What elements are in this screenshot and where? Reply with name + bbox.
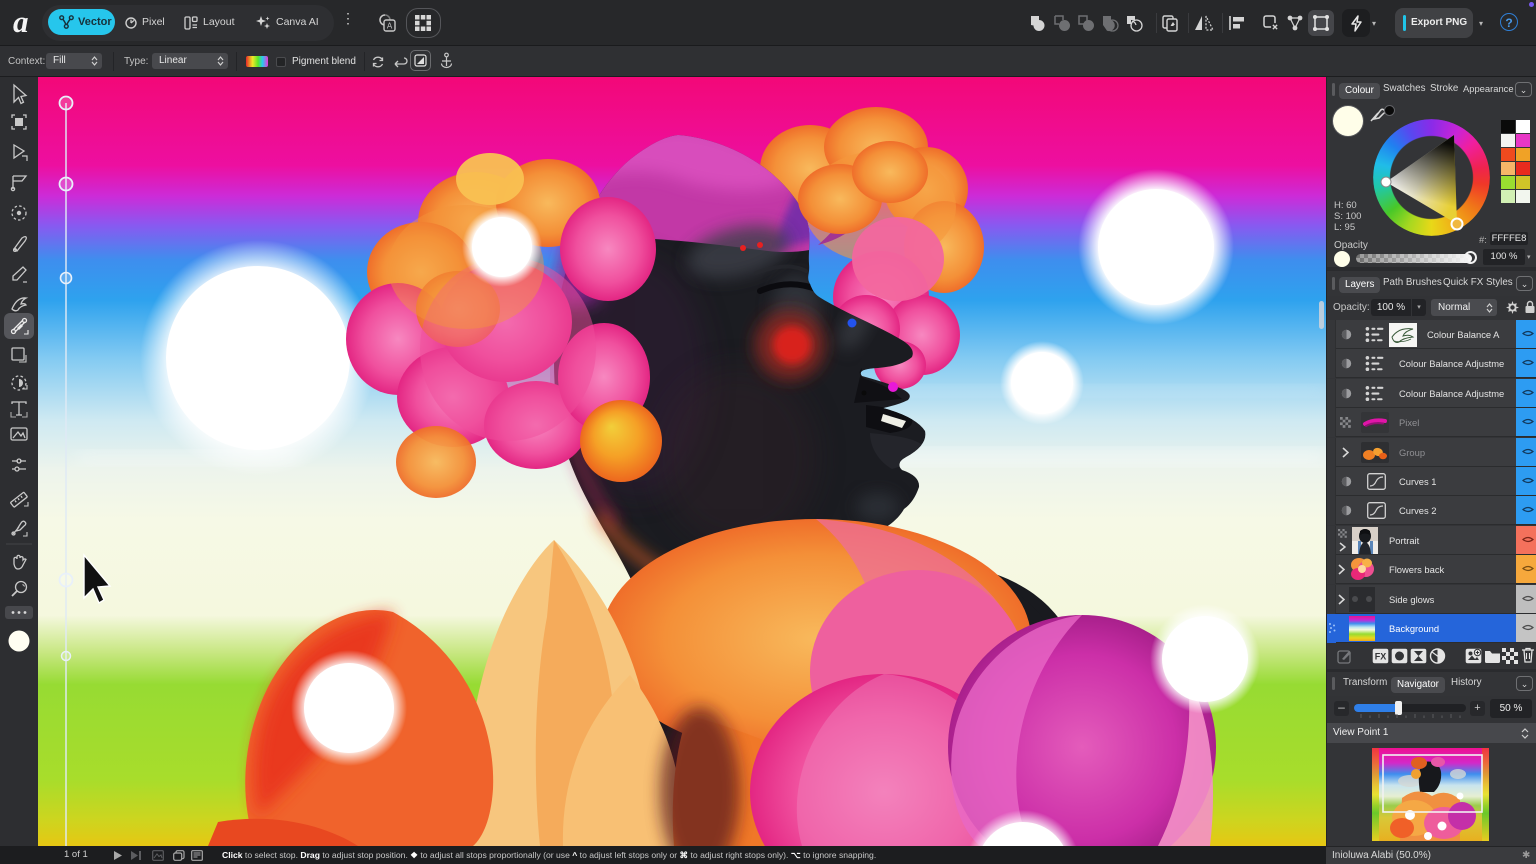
svg-text:FX: FX	[1375, 652, 1387, 662]
svg-text:A: A	[387, 22, 393, 31]
